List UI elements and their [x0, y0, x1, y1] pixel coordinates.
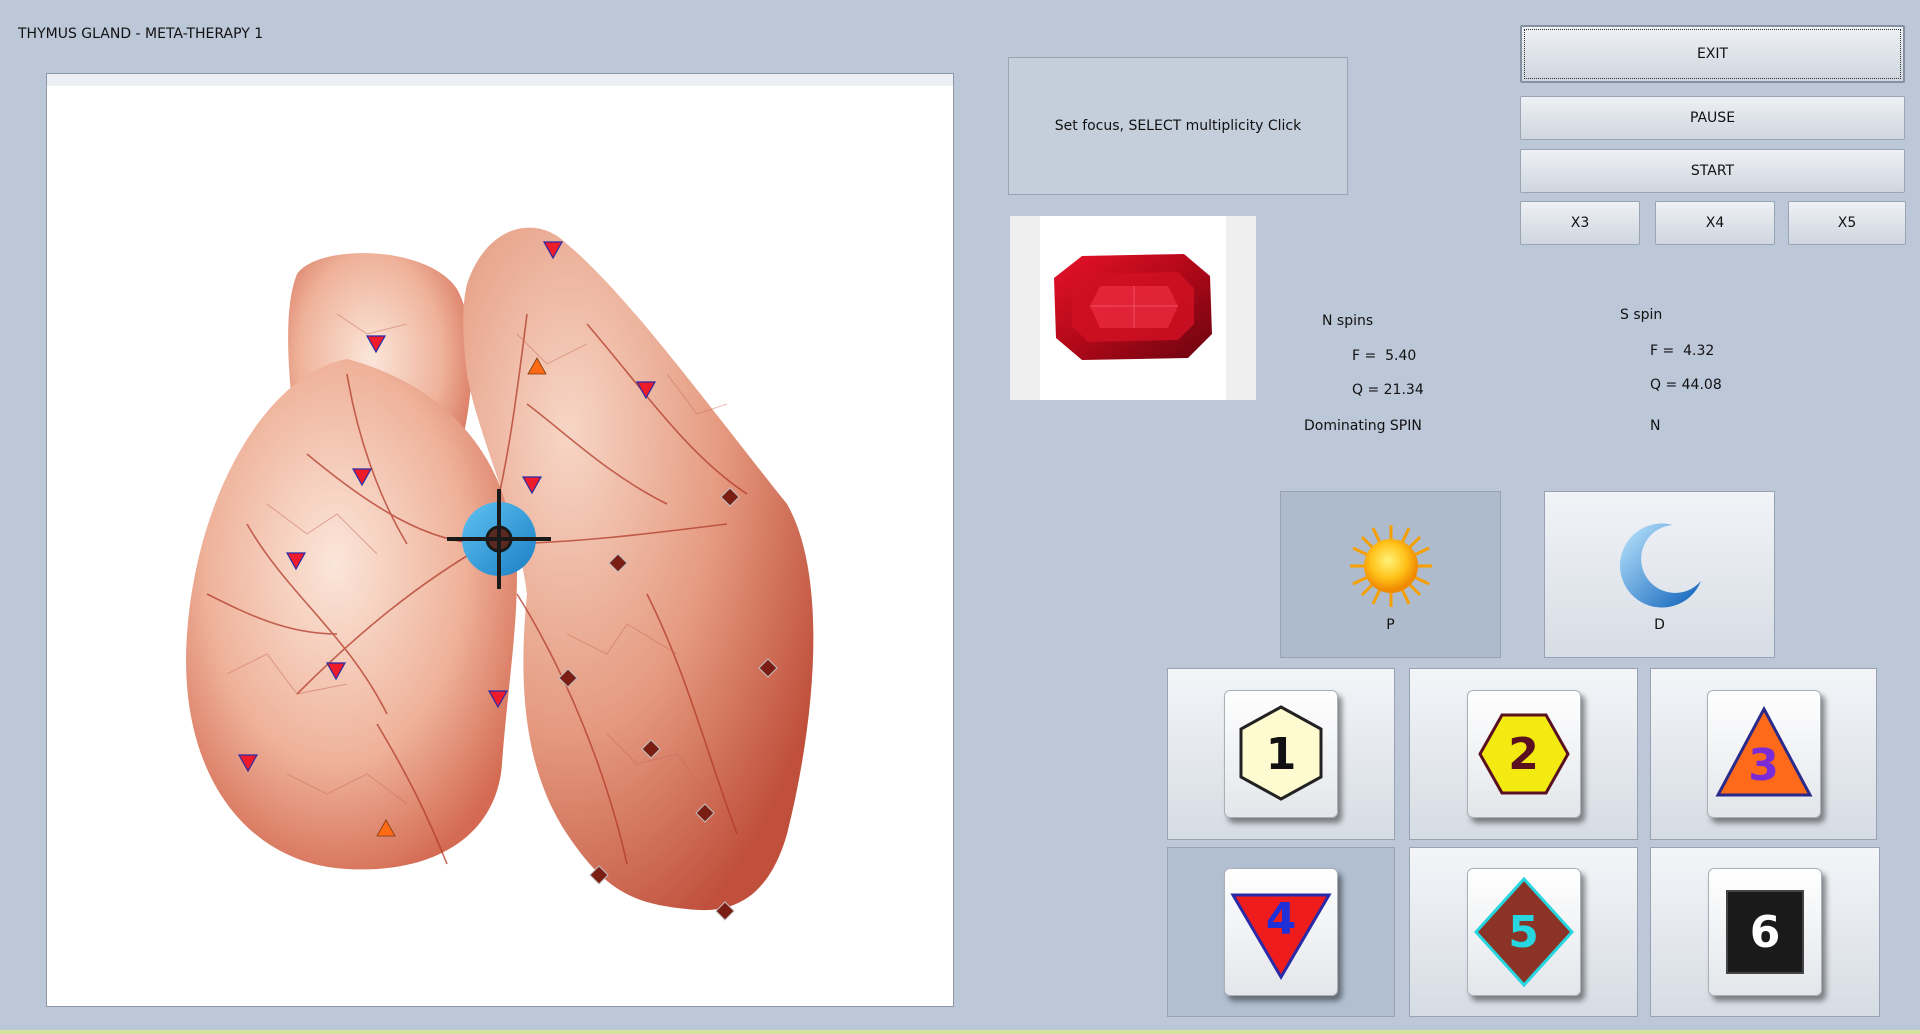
thymus-image [186, 227, 814, 921]
level-3-button[interactable]: 3 [1650, 668, 1877, 840]
moon-icon [1619, 523, 1701, 608]
mode-p-label: P [1386, 617, 1395, 633]
n-spins-q-value: Q = 21.34 [1352, 382, 1424, 398]
window-bottom-edge [0, 1030, 1920, 1034]
dominating-spin-value: N [1650, 418, 1661, 434]
level-1-number: 1 [1265, 728, 1297, 780]
level-2-number: 2 [1508, 728, 1539, 780]
instruction-panel: Set focus, SELECT multiplicity Click [1008, 57, 1348, 195]
level-2-button[interactable]: 2 [1409, 668, 1638, 840]
s-spin-label: S spin [1620, 307, 1663, 323]
mode-p-button[interactable]: P [1280, 491, 1501, 658]
multiplier-x5-button[interactable]: X5 [1788, 201, 1906, 245]
multiplier-x4-button[interactable]: X4 [1655, 201, 1775, 245]
level-4-number: 4 [1265, 893, 1297, 945]
sun-icon [1349, 525, 1432, 607]
gem-image-frame [1010, 216, 1256, 400]
level-6-number: 6 [1749, 906, 1781, 958]
n-spins-label: N spins [1322, 313, 1374, 329]
s-spin-q-value: Q = 44.08 [1650, 377, 1722, 393]
level-6-button[interactable]: 6 [1650, 847, 1880, 1017]
start-button[interactable]: START [1520, 149, 1905, 193]
mode-d-label: D [1654, 617, 1665, 633]
level-1-button[interactable]: 1 [1167, 668, 1395, 840]
level-4-button[interactable]: 4 [1167, 847, 1395, 1017]
ruby-icon [1054, 254, 1212, 360]
level-5-number: 5 [1508, 906, 1539, 958]
pause-button[interactable]: PAUSE [1520, 96, 1905, 140]
level-5-button[interactable]: 5 [1409, 847, 1638, 1017]
exit-button[interactable]: EXIT [1520, 25, 1905, 83]
organ-viewer[interactable] [46, 73, 954, 1007]
mode-d-button[interactable]: D [1544, 491, 1775, 658]
dominating-spin-label: Dominating SPIN [1304, 418, 1422, 434]
level-3-number: 3 [1748, 739, 1779, 791]
multiplier-x3-button[interactable]: X3 [1520, 201, 1640, 245]
s-spin-f-value: F = 4.32 [1650, 343, 1715, 359]
window-title: THYMUS GLAND - META-THERAPY 1 [18, 26, 264, 42]
n-spins-f-value: F = 5.40 [1352, 348, 1417, 364]
